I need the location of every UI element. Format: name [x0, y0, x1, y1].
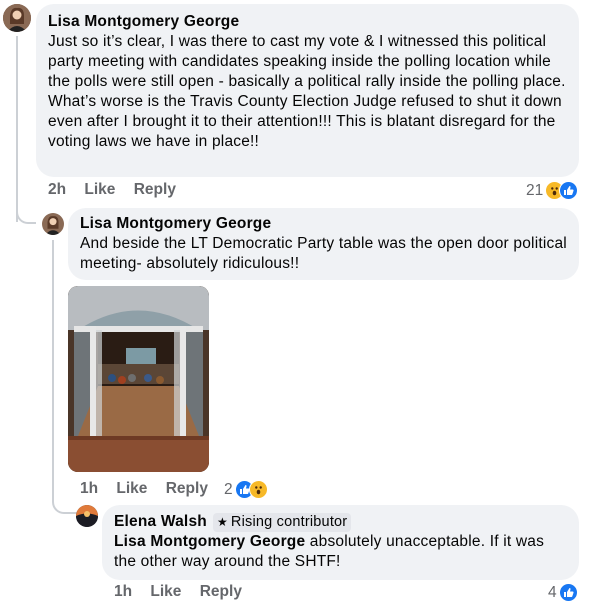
reaction-summary[interactable]: 2: [224, 480, 268, 499]
reply-button[interactable]: Reply: [200, 583, 242, 600]
comment-author-row: Elena Walsh ★ Rising contributor: [114, 512, 567, 532]
comment-actions: 1h Like Reply: [80, 480, 222, 498]
comment-text: And beside the LT Democratic Party table…: [80, 235, 567, 272]
comment-author[interactable]: Elena Walsh: [114, 512, 207, 532]
like-icon: [558, 583, 578, 602]
like-button[interactable]: Like: [116, 480, 147, 497]
comment-text: Just so it’s clear, I was there to cast …: [48, 33, 566, 150]
avatar[interactable]: [76, 505, 98, 527]
badge-label: Rising contributor: [230, 514, 348, 530]
comment-time[interactable]: 1h: [80, 480, 98, 497]
reaction-count: 4: [548, 583, 557, 601]
comment-bubble: Elena Walsh ★ Rising contributor Lisa Mo…: [102, 505, 579, 580]
comment-author[interactable]: Lisa Montgomery George: [48, 12, 567, 32]
reaction-summary[interactable]: 4: [548, 583, 578, 602]
wow-icon: [248, 480, 268, 499]
comment-bubble: Lisa Montgomery George And beside the LT…: [68, 208, 579, 280]
thread-line: [16, 36, 18, 222]
like-button[interactable]: Like: [150, 583, 181, 600]
comment-bubble: Lisa Montgomery George Just so it’s clea…: [36, 4, 579, 177]
comment-actions: 1h Like Reply: [114, 583, 256, 601]
rising-contributor-badge[interactable]: ★ Rising contributor: [212, 512, 352, 532]
avatar[interactable]: [3, 4, 31, 32]
comment-text: Lisa Montgomery George absolutely unacce…: [114, 532, 567, 572]
mention-link[interactable]: Lisa Montgomery George: [114, 533, 305, 550]
reaction-count: 2: [224, 480, 233, 498]
like-button[interactable]: Like: [84, 181, 115, 198]
comment-author[interactable]: Lisa Montgomery George: [80, 214, 567, 234]
reaction-count: 21: [526, 181, 544, 199]
comment-time[interactable]: 2h: [48, 181, 66, 198]
reply-button[interactable]: Reply: [134, 181, 176, 198]
thread-line: [16, 36, 36, 224]
reaction-summary[interactable]: 21: [526, 181, 579, 200]
comment-photo[interactable]: [68, 286, 209, 472]
like-icon: [559, 181, 579, 200]
comment-actions: 2h Like Reply: [48, 181, 190, 199]
avatar[interactable]: [42, 213, 64, 235]
reply-button[interactable]: Reply: [166, 480, 208, 497]
star-icon: ★: [216, 515, 228, 529]
comment-time[interactable]: 1h: [114, 583, 132, 600]
